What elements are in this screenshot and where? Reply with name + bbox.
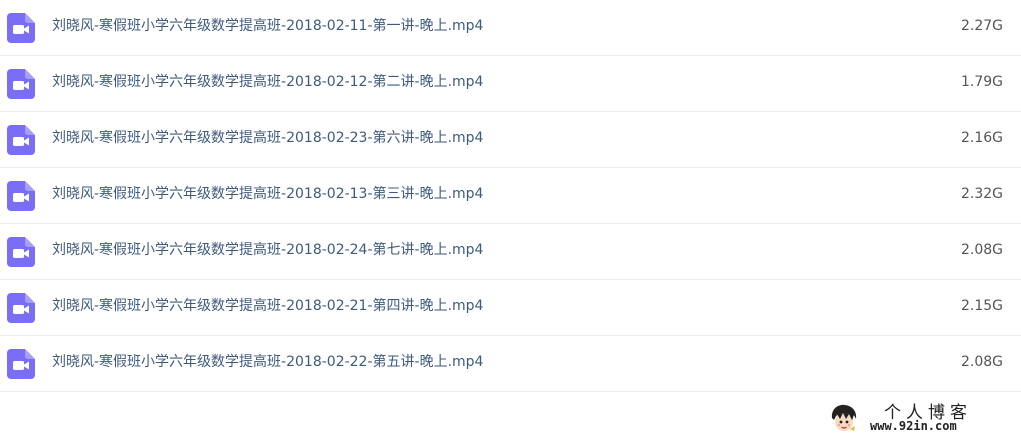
file-row[interactable]: 刘晓风-寒假班小学六年级数学提高班-2018-02-21-第四讲-晚上.mp4 … [0, 280, 1021, 336]
file-name[interactable]: 刘晓风-寒假班小学六年级数学提高班-2018-02-21-第四讲-晚上.mp4 [52, 280, 483, 333]
file-size: 2.08G [960, 242, 1003, 258]
file-row[interactable]: 刘晓风-寒假班小学六年级数学提高班-2018-02-23-第六讲-晚上.mp4 … [0, 112, 1021, 168]
file-row[interactable]: 刘晓风-寒假班小学六年级数学提高班-2018-02-22-第五讲-晚上.mp4 … [0, 336, 1021, 392]
file-list: 刘晓风-寒假班小学六年级数学提高班-2018-02-11-第一讲-晚上.mp4 … [0, 0, 1021, 392]
file-row[interactable]: 刘晓风-寒假班小学六年级数学提高班-2018-02-11-第一讲-晚上.mp4 … [0, 0, 1021, 56]
file-name[interactable]: 刘晓风-寒假班小学六年级数学提高班-2018-02-24-第七讲-晚上.mp4 [52, 224, 483, 277]
file-row[interactable]: 刘晓风-寒假班小学六年级数学提高班-2018-02-13-第三讲-晚上.mp4 … [0, 168, 1021, 224]
file-name[interactable]: 刘晓风-寒假班小学六年级数学提高班-2018-02-12-第二讲-晚上.mp4 [52, 56, 483, 109]
video-file-icon [7, 237, 35, 267]
cartoon-avatar-icon [828, 402, 860, 434]
video-file-icon [7, 125, 35, 155]
file-name[interactable]: 刘晓风-寒假班小学六年级数学提高班-2018-02-13-第三讲-晚上.mp4 [52, 168, 483, 221]
watermark: 个人博客 www.92in.com [826, 398, 1016, 438]
file-size: 1.79G [960, 74, 1003, 90]
file-size: 2.15G [960, 298, 1003, 314]
video-file-icon [7, 13, 35, 43]
video-file-icon [7, 349, 35, 379]
video-file-icon [7, 69, 35, 99]
file-row[interactable]: 刘晓风-寒假班小学六年级数学提高班-2018-02-24-第七讲-晚上.mp4 … [0, 224, 1021, 280]
file-name[interactable]: 刘晓风-寒假班小学六年级数学提高班-2018-02-11-第一讲-晚上.mp4 [52, 0, 483, 53]
file-name[interactable]: 刘晓风-寒假班小学六年级数学提高班-2018-02-23-第六讲-晚上.mp4 [52, 112, 483, 165]
file-name[interactable]: 刘晓风-寒假班小学六年级数学提高班-2018-02-22-第五讲-晚上.mp4 [52, 336, 483, 389]
video-file-icon [7, 293, 35, 323]
file-row[interactable]: 刘晓风-寒假班小学六年级数学提高班-2018-02-12-第二讲-晚上.mp4 … [0, 56, 1021, 112]
file-size: 2.27G [960, 18, 1003, 34]
file-size: 2.08G [960, 354, 1003, 370]
video-file-icon [7, 181, 35, 211]
file-size: 2.16G [960, 130, 1003, 146]
watermark-url: www.92in.com [870, 419, 957, 433]
file-size: 2.32G [960, 186, 1003, 202]
